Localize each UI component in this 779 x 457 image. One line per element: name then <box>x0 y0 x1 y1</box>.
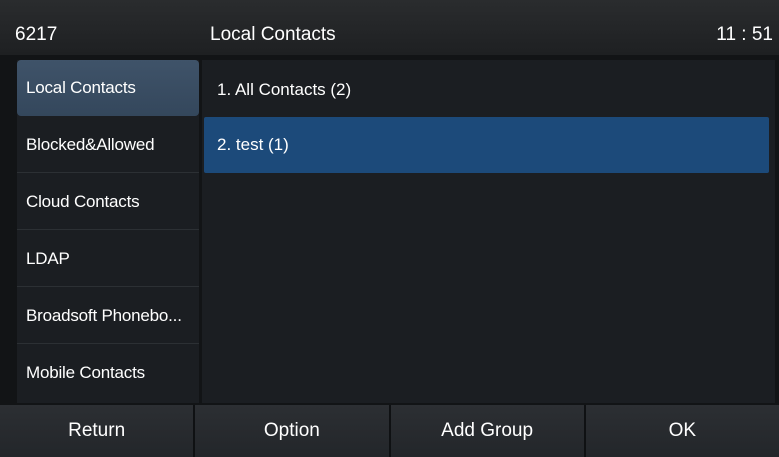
sidebar-item-label: Local Contacts <box>26 78 136 97</box>
page-title: Local Contacts <box>210 24 336 45</box>
sidebar-item-label: Broadsoft Phonebo... <box>26 306 182 325</box>
list-item-test[interactable]: 2. test (1) <box>204 117 769 173</box>
sidebar-item-blocked-allowed[interactable]: Blocked&Allowed <box>17 117 199 173</box>
sidebar-item-label: Cloud Contacts <box>26 192 140 211</box>
sidebar-item-mobile-contacts[interactable]: Mobile Contacts <box>17 345 199 401</box>
sidebar-item-cloud-contacts[interactable]: Cloud Contacts <box>17 174 199 230</box>
sidebar-item-local-contacts[interactable]: Local Contacts <box>17 60 199 116</box>
clock: 11 : 51 <box>716 24 773 45</box>
sidebar-item-ldap[interactable]: LDAP <box>17 231 199 287</box>
softkey-bar: Return Option Add Group OK <box>0 405 779 457</box>
add-group-button[interactable]: Add Group <box>390 405 584 457</box>
ok-button[interactable]: OK <box>585 405 779 457</box>
sidebar-item-label: Mobile Contacts <box>26 363 145 382</box>
return-button[interactable]: Return <box>0 405 194 457</box>
directory-sidebar: Local Contacts Blocked&Allowed Cloud Con… <box>17 60 199 403</box>
list-item-all-contacts[interactable]: 1. All Contacts (2) <box>204 62 769 118</box>
sidebar-item-label: LDAP <box>26 249 70 268</box>
sidebar-item-label: Blocked&Allowed <box>26 135 155 154</box>
group-list: 1. All Contacts (2) 2. test (1) <box>202 60 775 403</box>
list-item-label: 2. test (1) <box>217 135 289 154</box>
phone-screen: 6217 Local Contacts 11 : 51 Local Contac… <box>0 0 779 457</box>
account-label: 6217 <box>15 24 58 45</box>
option-button[interactable]: Option <box>195 405 389 457</box>
title-bar: 6217 Local Contacts 11 : 51 <box>0 0 779 55</box>
list-item-label: 1. All Contacts (2) <box>217 80 352 99</box>
sidebar-item-broadsoft-phonebook[interactable]: Broadsoft Phonebo... <box>17 288 199 344</box>
